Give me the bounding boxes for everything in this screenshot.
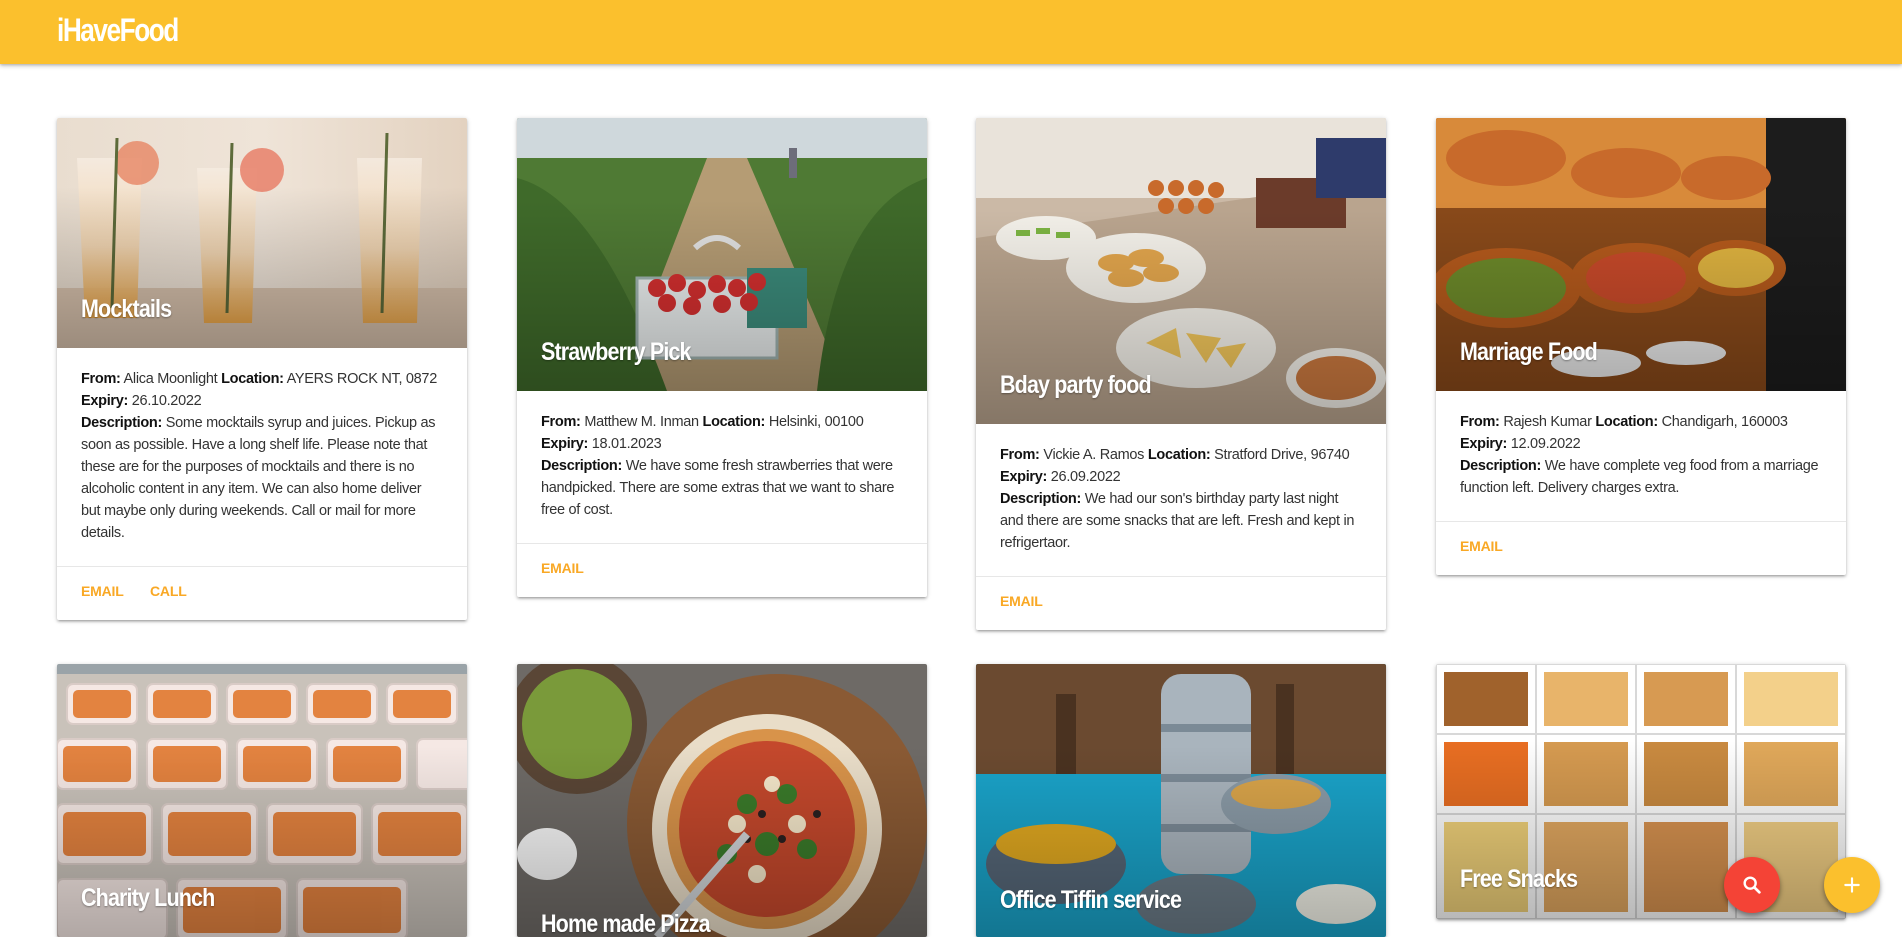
card-content: From: Vickie A. Ramos Location: Stratfor… (976, 424, 1386, 576)
card-content: From: Rajesh Kumar Location: Chandigarh,… (1436, 391, 1846, 521)
email-link[interactable]: EMAIL (1460, 538, 1503, 554)
location-value: Stratford Drive, 96740 (1214, 447, 1350, 463)
search-icon (1743, 876, 1761, 894)
location-label: Location: (221, 371, 284, 387)
card-actions: EMAIL (976, 576, 1386, 630)
card-content: From: Matthew M. Inman Location: Helsink… (517, 391, 927, 543)
expiry-value: 26.10.2022 (131, 393, 202, 409)
card-title: Charity Lunch (81, 884, 215, 912)
email-link[interactable]: EMAIL (1000, 593, 1043, 609)
app-header: iHaveFood (0, 0, 1902, 64)
description-label: Description: (541, 458, 622, 474)
expiry-value: 12.09.2022 (1510, 436, 1581, 452)
food-card-strawberry-pick: Strawberry Pick From: Matthew M. Inman L… (517, 118, 927, 597)
card-image: Strawberry Pick (517, 118, 927, 391)
expiry-label: Expiry: (1000, 469, 1048, 485)
location-value: Helsinki, 00100 (768, 414, 864, 430)
search-button[interactable] (1724, 857, 1780, 913)
card-title: Marriage Food (1460, 338, 1598, 366)
description-label: Description: (81, 415, 162, 431)
location-label: Location: (702, 414, 766, 430)
card-title: Free Snacks (1460, 865, 1578, 893)
card-title: Mocktails (81, 295, 172, 323)
location-label: Location: (1595, 414, 1658, 430)
food-card-charity-lunch: Charity Lunch (57, 664, 467, 937)
card-actions: EMAIL CALL (57, 566, 467, 620)
location-value: Chandigarh, 160003 (1661, 414, 1788, 430)
expiry-value: 18.01.2023 (591, 436, 662, 452)
email-link[interactable]: EMAIL (541, 560, 584, 576)
description-value: Some mocktails syrup and juices. Pickup … (81, 415, 436, 541)
card-image: Office Tiffin service (976, 664, 1386, 937)
card-title: Home made Pizza (541, 910, 711, 937)
food-card-marriage-food: Marriage Food From: Rajesh Kumar Locatio… (1436, 118, 1846, 575)
location-value: AYERS ROCK NT, 0872 (286, 371, 438, 387)
card-actions: EMAIL (1436, 521, 1846, 575)
food-card-mocktails: Mocktails From: Alica Moonlight Location… (57, 118, 467, 620)
expiry-value: 26.09.2022 (1050, 469, 1121, 485)
food-card-bday-party-food: Bday party food From: Vickie A. Ramos Lo… (976, 118, 1386, 630)
from-value: Rajesh Kumar (1503, 414, 1592, 430)
card-image: Home made Pizza (517, 664, 927, 937)
location-label: Location: (1147, 447, 1211, 463)
description-label: Description: (1460, 458, 1541, 474)
expiry-label: Expiry: (541, 436, 589, 452)
card-title: Office Tiffin service (1000, 886, 1182, 914)
from-label: From: (541, 414, 581, 430)
food-card-home-made-pizza: Home made Pizza (517, 664, 927, 937)
card-image: Marriage Food (1436, 118, 1846, 391)
from-value: Matthew M. Inman (584, 414, 699, 430)
from-value: Alica Moonlight (123, 371, 218, 387)
expiry-label: Expiry: (81, 393, 129, 409)
email-link[interactable]: EMAIL (81, 583, 124, 599)
add-button[interactable] (1824, 857, 1880, 913)
card-title: Strawberry Pick (541, 338, 692, 366)
plus-icon (1844, 877, 1860, 893)
card-title: Bday party food (1000, 371, 1152, 399)
card-actions: EMAIL (517, 543, 927, 597)
from-value: Vickie A. Ramos (1043, 447, 1145, 463)
card-content: From: Alica Moonlight Location: AYERS RO… (57, 348, 467, 566)
description-label: Description: (1000, 491, 1081, 507)
food-card-free-snacks: Free Snacks (1436, 664, 1846, 919)
from-label: From: (81, 371, 121, 387)
from-label: From: (1460, 414, 1500, 430)
call-link[interactable]: CALL (150, 583, 187, 599)
from-label: From: (1000, 447, 1040, 463)
expiry-label: Expiry: (1460, 436, 1508, 452)
food-card-office-tiffin-service: Office Tiffin service (976, 664, 1386, 937)
card-image: Free Snacks (1436, 664, 1846, 919)
app-title[interactable]: iHaveFood (57, 12, 179, 49)
card-image: Bday party food (976, 118, 1386, 424)
card-image: Charity Lunch (57, 664, 467, 937)
card-image: Mocktails (57, 118, 467, 348)
food-card-grid: Mocktails From: Alica Moonlight Location… (0, 0, 1902, 937)
